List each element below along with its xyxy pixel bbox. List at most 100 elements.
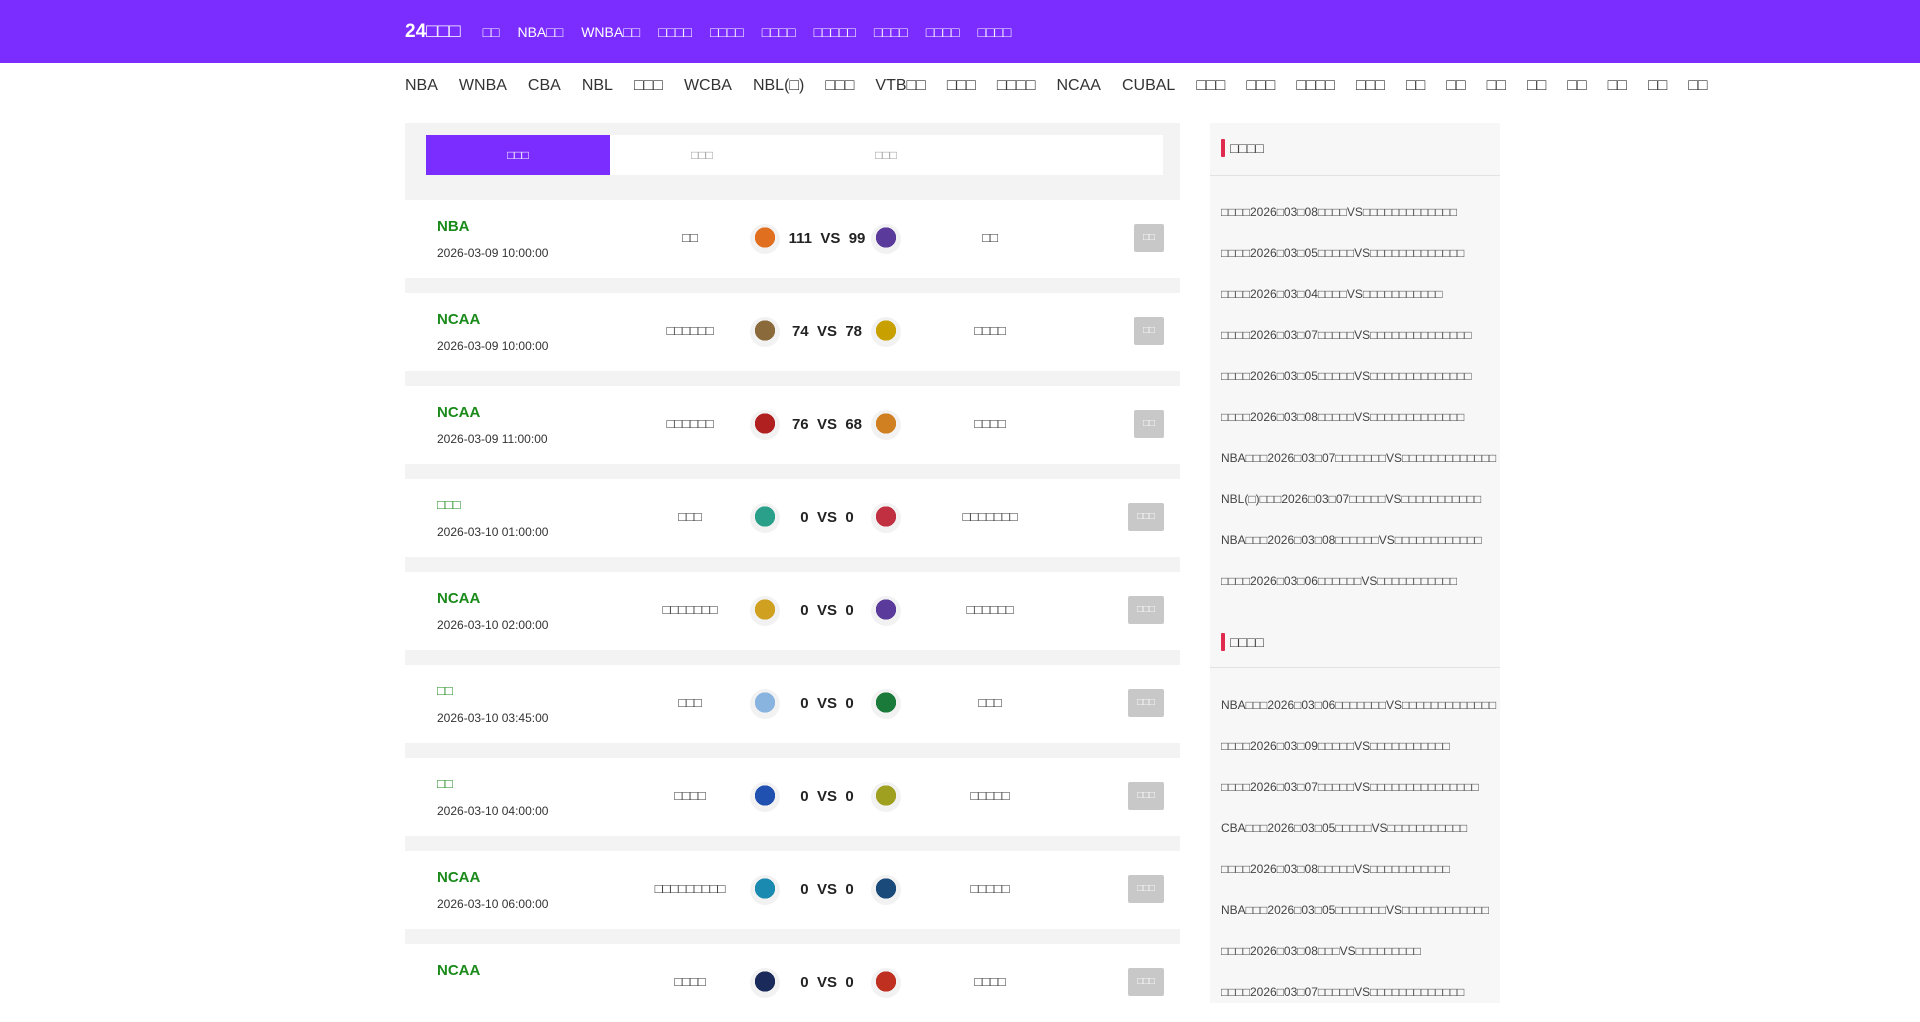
away-team-name[interactable]: □□□□□ — [905, 881, 1075, 896]
match-action-button[interactable]: □□ — [1134, 410, 1164, 438]
match-row[interactable]: NCAA □□□□ 0 VS 0 □□□□ □□□ — [405, 944, 1180, 1022]
away-team-name[interactable]: □□□□ — [905, 323, 1075, 338]
match-league[interactable]: NCAA — [437, 311, 480, 328]
match-row[interactable]: NCAA 2026-03-09 11:00:00 □□□□□□ 76 VS 68 □□□… — [405, 386, 1180, 464]
news-link[interactable]: NBA□□□2026□03□05□□□□□□□VS□□□□□□□□□□□□ — [1221, 903, 1489, 917]
league-nav-item[interactable]: □□□□ — [997, 77, 1036, 95]
news-link[interactable]: NBA□□□2026□03□07□□□□□□□VS□□□□□□□□□□□□□ — [1221, 451, 1496, 465]
top-nav-item[interactable]: □□□□ — [874, 24, 908, 40]
league-nav-item[interactable]: WCBA — [684, 77, 732, 95]
league-nav-item[interactable]: □□ — [1648, 77, 1667, 95]
league-nav-item[interactable]: NBL — [582, 77, 613, 95]
away-team-name[interactable]: □□□□ — [905, 416, 1075, 431]
site-logo[interactable]: 24□□□ — [405, 21, 461, 43]
match-league[interactable]: NBA — [437, 218, 470, 235]
match-action-button[interactable]: □□ — [1134, 224, 1164, 252]
match-action-button[interactable]: □□□ — [1128, 596, 1164, 624]
league-nav-item[interactable]: CUBAL — [1122, 77, 1175, 95]
match-row[interactable]: NCAA 2026-03-10 06:00:00 □□□□□□□□□ 0 VS 0 □□… — [405, 851, 1180, 929]
news-link[interactable]: □□□□2026□03□08□□□□□VS□□□□□□□□□□□ — [1221, 862, 1450, 876]
league-nav-item[interactable]: NBL(□) — [753, 77, 804, 95]
league-nav-item[interactable]: □□□ — [1196, 77, 1225, 95]
match-league[interactable]: □□ — [437, 683, 453, 698]
league-nav-item[interactable]: □□ — [1608, 77, 1627, 95]
match-row[interactable]: □□ 2026-03-10 04:00:00 □□□□ 0 VS 0 □□□□□ □□□ — [405, 758, 1180, 836]
match-row[interactable]: □□□ 2026-03-10 01:00:00 □□□ 0 VS 0 □□□□□□□ □□… — [405, 479, 1180, 557]
league-nav-item[interactable]: CBA — [528, 77, 561, 95]
away-team-name[interactable]: □□□□ — [905, 974, 1075, 989]
league-nav-item[interactable]: □□ — [1406, 77, 1425, 95]
league-nav-item[interactable]: □□□ — [1246, 77, 1275, 95]
match-league[interactable]: □□□ — [437, 497, 461, 512]
news-link[interactable]: □□□□2026□03□08□□□VS□□□□□□□□□ — [1221, 944, 1421, 958]
match-row[interactable]: □□ 2026-03-10 03:45:00 □□□ 0 VS 0 □□□ □□□ — [405, 665, 1180, 743]
match-action-button[interactable]: □□□ — [1128, 689, 1164, 717]
sidebar-section-title: □□□□ — [1221, 139, 1264, 157]
match-action-button[interactable]: □□□ — [1128, 782, 1164, 810]
news-link[interactable]: □□□□2026□03□07□□□□□VS□□□□□□□□□□□□□□ — [1221, 328, 1472, 342]
match-score: 0 VS 0 — [783, 881, 871, 898]
away-team-logo-icon — [871, 689, 901, 719]
away-team-name[interactable]: □□□□□□□ — [905, 509, 1075, 524]
league-nav-item[interactable]: VTB□□ — [875, 77, 925, 95]
league-nav-item[interactable]: □□□ — [947, 77, 976, 95]
away-team-name[interactable]: □□□□□□ — [905, 602, 1075, 617]
away-team-name[interactable]: □□□ — [905, 695, 1075, 710]
tab-finished[interactable]: □□□ — [794, 135, 978, 175]
match-league[interactable]: NCAA — [437, 869, 480, 886]
top-nav-item[interactable]: □□□□□ — [814, 24, 856, 40]
league-nav-item[interactable]: □□ — [1567, 77, 1586, 95]
news-link[interactable]: □□□□2026□03□04□□□□VS□□□□□□□□□□□ — [1221, 287, 1443, 301]
league-nav-item[interactable]: □□ — [1446, 77, 1465, 95]
match-league[interactable]: NCAA — [437, 962, 480, 979]
news-link[interactable]: NBA□□□2026□03□08□□□□□□VS□□□□□□□□□□□□ — [1221, 533, 1482, 547]
league-nav-item[interactable]: □□□ — [1356, 77, 1385, 95]
top-nav-item[interactable]: □□□□ — [926, 24, 960, 40]
news-link[interactable]: □□□□2026□03□09□□□□□VS□□□□□□□□□□□ — [1221, 739, 1450, 753]
top-nav-item[interactable]: NBA□□ — [517, 24, 563, 40]
home-score: 0 — [800, 509, 809, 526]
league-nav-item[interactable]: □□□ — [825, 77, 854, 95]
away-team-name[interactable]: □□□□□ — [905, 788, 1075, 803]
match-row[interactable]: NCAA 2026-03-09 10:00:00 □□□□□□ 74 VS 78 □□□… — [405, 293, 1180, 371]
news-link[interactable]: □□□□2026□03□06□□□□□□VS□□□□□□□□□□□ — [1221, 574, 1457, 588]
news-link[interactable]: □□□□2026□03□05□□□□□VS□□□□□□□□□□□□□□ — [1221, 369, 1472, 383]
league-nav-item[interactable]: WNBA — [459, 77, 507, 95]
away-team-name[interactable]: □□ — [905, 230, 1075, 245]
league-nav-item[interactable]: □□ — [1487, 77, 1506, 95]
news-link[interactable]: □□□□2026□03□05□□□□□VS□□□□□□□□□□□□□ — [1221, 246, 1464, 260]
league-nav-item[interactable]: □□ — [1527, 77, 1546, 95]
league-nav-item[interactable]: NBA — [405, 77, 438, 95]
news-link[interactable]: □□□□2026□03□07□□□□□VS□□□□□□□□□□□□□□□ — [1221, 780, 1479, 794]
news-link[interactable]: NBL(□)□□□2026□03□07□□□□□VS□□□□□□□□□□□ — [1221, 492, 1481, 506]
news-link[interactable]: □□□□2026□03□08□□□□□VS□□□□□□□□□□□□□ — [1221, 410, 1464, 424]
tab-upcoming[interactable]: □□□ — [610, 135, 794, 175]
match-action-button[interactable]: □□□ — [1128, 875, 1164, 903]
news-link[interactable]: □□□□2026□03□07□□□□□VS□□□□□□□□□□□□□ — [1221, 985, 1464, 999]
top-nav-item[interactable]: □□ — [483, 24, 500, 40]
away-team-logo-icon — [871, 224, 901, 254]
home-team-logo-icon — [750, 503, 780, 533]
top-nav-item[interactable]: □□□□ — [762, 24, 796, 40]
match-row[interactable]: NCAA 2026-03-10 02:00:00 □□□□□□□ 0 VS 0 □□□□… — [405, 572, 1180, 650]
top-nav-item[interactable]: WNBA□□ — [581, 24, 640, 40]
league-nav-item[interactable]: □□□ — [634, 77, 663, 95]
news-link[interactable]: NBA□□□2026□03□06□□□□□□□VS□□□□□□□□□□□□□ — [1221, 698, 1496, 712]
top-nav-item[interactable]: □□□□ — [658, 24, 692, 40]
match-league[interactable]: NCAA — [437, 404, 480, 421]
news-link[interactable]: CBA□□□2026□03□05□□□□□VS□□□□□□□□□□□ — [1221, 821, 1467, 835]
league-nav-item[interactable]: NCAA — [1057, 77, 1101, 95]
match-action-button[interactable]: □□□ — [1128, 968, 1164, 996]
match-league[interactable]: NCAA — [437, 590, 480, 607]
home-team-logo-icon — [750, 689, 780, 719]
match-league[interactable]: □□ — [437, 776, 453, 791]
match-action-button[interactable]: □□□ — [1128, 503, 1164, 531]
news-link[interactable]: □□□□2026□03□08□□□□VS□□□□□□□□□□□□□ — [1221, 205, 1457, 219]
match-row[interactable]: NBA 2026-03-09 10:00:00 □□ 111 VS 99 □□ □□ — [405, 200, 1180, 278]
top-nav-item[interactable]: □□□□ — [978, 24, 1012, 40]
league-nav-item[interactable]: □□ — [1688, 77, 1707, 95]
match-action-button[interactable]: □□ — [1134, 317, 1164, 345]
league-nav-item[interactable]: □□□□ — [1296, 77, 1335, 95]
top-nav-item[interactable]: □□□□ — [710, 24, 744, 40]
tab-live[interactable]: □□□ — [426, 135, 610, 175]
